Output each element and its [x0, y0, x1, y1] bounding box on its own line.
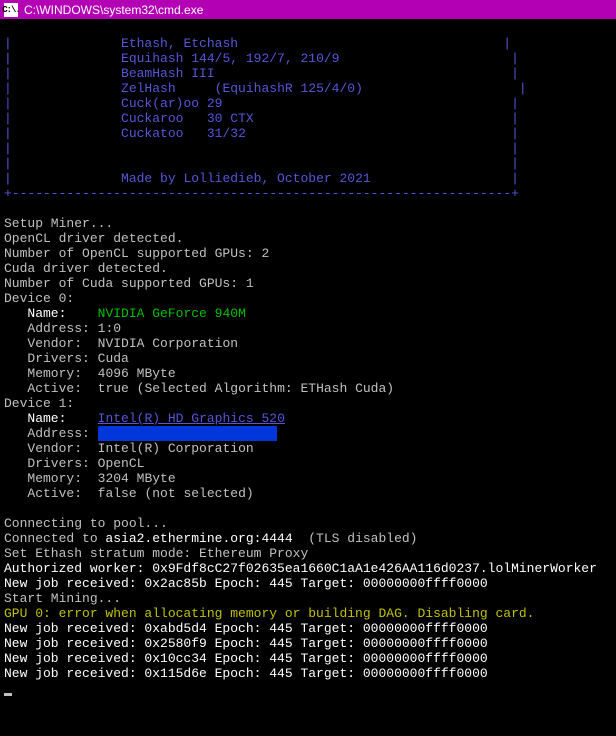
banner-line: | Cuck(ar)oo 29 | — [4, 96, 519, 111]
device-memory-label: Memory: — [4, 471, 90, 486]
device-active-label: Active: — [4, 486, 90, 501]
device-header: Device 1: — [4, 396, 74, 411]
device-vendor-value: Intel(R) Corporation — [98, 441, 254, 456]
banner-line: | Cuckatoo 31/32 | — [4, 126, 519, 141]
device-vendor-label: Vendor: — [4, 441, 90, 456]
setup-line: Cuda driver detected. — [4, 261, 168, 276]
auth-worker-line: Authorized worker: 0x9Fdf8cC27f02635ea16… — [4, 561, 597, 576]
pool-line: Connecting to pool... — [4, 516, 168, 531]
device-addr-label: Address: — [4, 426, 90, 441]
job-line: New job received: 0x2580f9 Epoch: 445 Ta… — [4, 636, 488, 651]
job-line: New job received: 0xabd5d4 Epoch: 445 Ta… — [4, 621, 488, 636]
device-memory-value: 3204 MByte — [98, 471, 176, 486]
banner-line: | ZelHash (EquihashR 125/4/0) | — [4, 81, 527, 96]
device-drivers-label: Drivers: — [4, 456, 90, 471]
cmd-icon: C:\. — [4, 3, 18, 17]
pool-line: Connected to asia2.ethermine.org:4444 (T… — [4, 531, 417, 546]
device-drivers-label: Drivers: — [4, 351, 90, 366]
device-drivers-value: Cuda — [98, 351, 129, 366]
device-vendor-label: Vendor: — [4, 336, 90, 351]
device-drivers-value: OpenCL — [98, 456, 145, 471]
banner-line: | Ethash, Etchash | — [4, 36, 511, 51]
window-title: C:\WINDOWS\system32\cmd.exe — [24, 3, 203, 17]
job-line: New job received: 0x2ac85b Epoch: 445 Ta… — [4, 576, 488, 591]
setup-line: Number of Cuda supported GPUs: 1 — [4, 276, 254, 291]
gpu-error-line: GPU 0: error when allocating memory or b… — [4, 606, 535, 621]
device-name-label: Name: — [4, 306, 90, 321]
device-header: Device 0: — [4, 291, 74, 306]
banner-line: | | — [4, 156, 519, 171]
device-memory-value: 4096 MByte — [98, 366, 176, 381]
window-titlebar[interactable]: C:\. C:\WINDOWS\system32\cmd.exe — [0, 0, 616, 19]
job-line: New job received: 0x10cc34 Epoch: 445 Ta… — [4, 651, 488, 666]
device-name-label: Name: — [4, 411, 90, 426]
device-active-label: Active: — [4, 381, 90, 396]
setup-line: OpenCL driver detected. — [4, 231, 183, 246]
banner-line: | Equihash 144/5, 192/7, 210/9 | — [4, 51, 519, 66]
device-name-value: NVIDIA GeForce 940M — [98, 306, 246, 321]
device-name-value: Intel(R) HD Graphics 520 — [98, 411, 285, 426]
device-addr-label: Address: — [4, 321, 90, 336]
device-vendor-value: NVIDIA Corporation — [98, 336, 238, 351]
cursor — [4, 693, 12, 696]
terminal-output[interactable]: | Ethash, Etchash | | Equihash 144/5, 19… — [0, 19, 616, 698]
pool-line: Set Ethash stratum mode: Ethereum Proxy — [4, 546, 308, 561]
selection-highlight — [98, 426, 277, 441]
device-active-value: true (Selected Algorithm: ETHash Cuda) — [98, 381, 394, 396]
device-addr-value: 1:0 — [98, 321, 121, 336]
banner-credit: | Made by Lolliedieb, October 2021 | — [4, 171, 519, 186]
device-memory-label: Memory: — [4, 366, 90, 381]
device-active-value: false (not selected) — [98, 486, 254, 501]
banner-line: | | — [4, 141, 519, 156]
banner-line: +---------------------------------------… — [4, 186, 519, 201]
banner-line: | Cuckaroo 30 CTX | — [4, 111, 519, 126]
start-mining-line: Start Mining... — [4, 591, 121, 606]
job-line: New job received: 0x115d6e Epoch: 445 Ta… — [4, 666, 488, 681]
setup-line: Number of OpenCL supported GPUs: 2 — [4, 246, 269, 261]
banner-line: | BeamHash III | — [4, 66, 519, 81]
setup-line: Setup Miner... — [4, 216, 113, 231]
